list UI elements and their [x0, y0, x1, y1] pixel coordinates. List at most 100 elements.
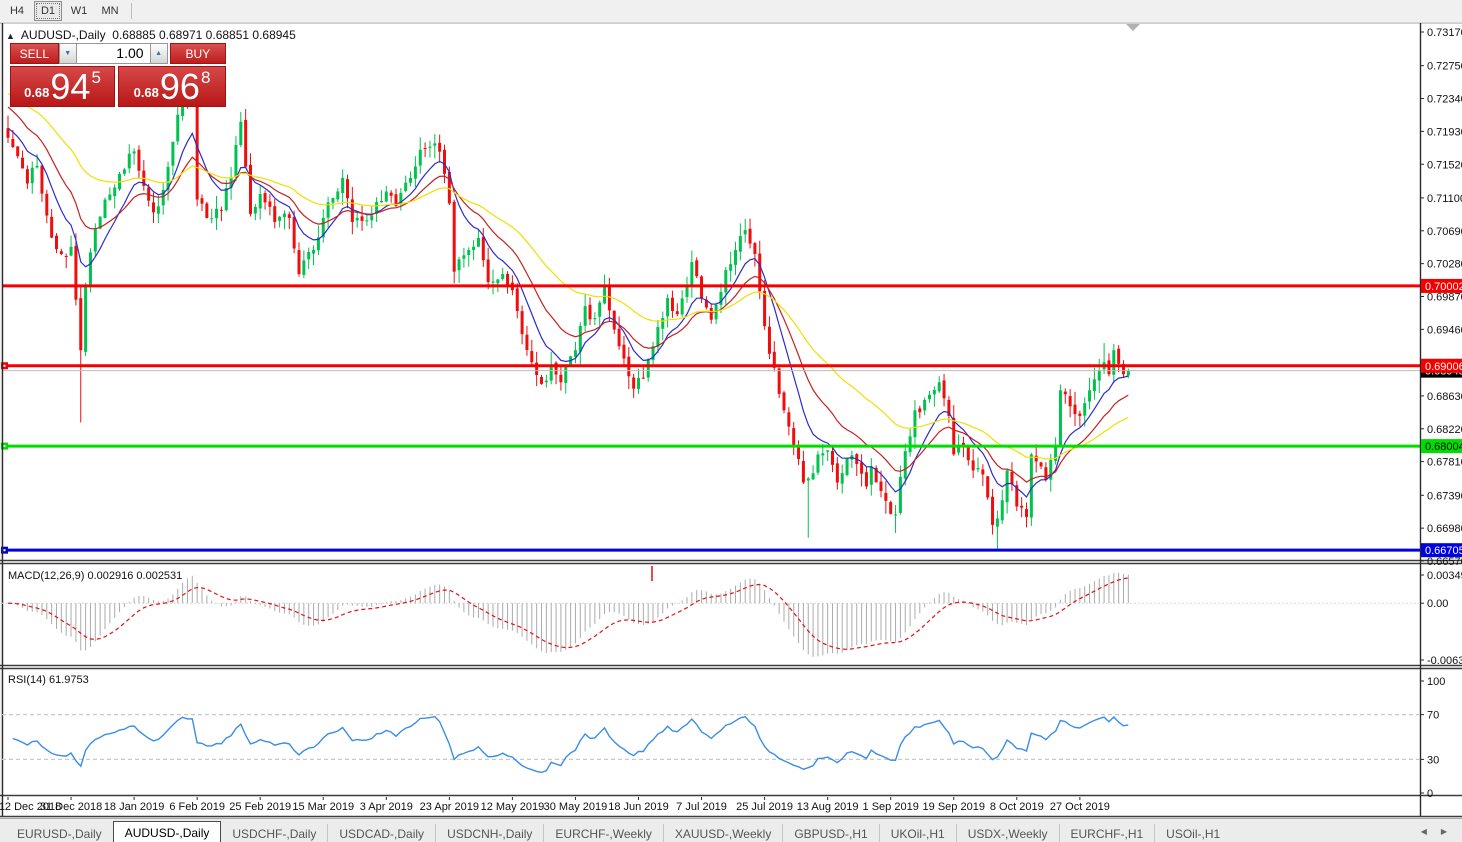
candle-body — [492, 281, 495, 282]
chart-tab-eurchf-h1[interactable]: EURCHF-,H1 — [1059, 824, 1155, 842]
candle-body — [1078, 414, 1081, 416]
candle-body — [1069, 396, 1072, 406]
date-label: 7 Jul 2019 — [676, 801, 727, 813]
toolbar-separator — [131, 3, 132, 19]
collapse-panel-icon[interactable]: ▲ — [6, 31, 15, 41]
candle-body — [943, 380, 946, 398]
buy-price-button[interactable]: 0.68968 — [118, 66, 226, 107]
candle-body — [797, 447, 800, 459]
chart-tab-ukoil-h1[interactable]: UKOil-,H1 — [879, 824, 956, 842]
candle-body — [661, 318, 664, 329]
candle-body — [249, 165, 252, 214]
candle-body — [65, 256, 68, 257]
candle-body — [419, 150, 422, 166]
candle-body — [1030, 454, 1033, 517]
candle-body — [293, 217, 296, 248]
chart-symbol-ohlc: AUDUSD-,Daily 0.68885 0.68971 0.68851 0.… — [21, 28, 296, 42]
line-price-label-text: 0.70002 — [1425, 281, 1462, 293]
candle-body — [26, 169, 29, 183]
price-tick-label: 0.72340 — [1427, 94, 1462, 106]
candle-body — [1025, 509, 1028, 517]
chart-tab-gbpusd-h1[interactable]: GBPUSD-,H1 — [782, 824, 878, 842]
sell-price-button[interactable]: 0.68945 — [10, 66, 115, 107]
candle-body — [171, 142, 174, 166]
price-tick-label: 0.71520 — [1427, 159, 1462, 171]
candle-body — [996, 519, 999, 527]
candle-body — [74, 246, 77, 300]
macd-indicator-label: MACD(12,26,9) 0.002916 0.002531 — [8, 570, 182, 582]
candle-body — [923, 400, 926, 411]
candle-body — [50, 217, 53, 238]
candle-body — [137, 150, 140, 171]
sell-button[interactable]: SELL — [10, 43, 59, 64]
candle-body — [1117, 349, 1120, 364]
buy-button[interactable]: BUY — [170, 43, 226, 64]
candle-body — [346, 179, 349, 198]
chart-tab-usdcad-daily[interactable]: USDCAD-,Daily — [327, 824, 435, 842]
timeframe-button-d1[interactable]: D1 — [34, 1, 62, 21]
macd-tick-label: 0.00 — [1427, 598, 1448, 610]
candle-body — [433, 143, 436, 145]
timeframe-button-mn[interactable]: MN — [96, 1, 124, 21]
date-label: 23 Apr 2019 — [420, 801, 479, 813]
candle-body — [967, 447, 970, 460]
candle-body — [477, 238, 480, 247]
candle-body — [938, 382, 941, 391]
candle-body — [841, 473, 844, 484]
price-tick-label: 0.71100 — [1427, 193, 1462, 205]
candle-body — [225, 188, 228, 210]
candle-body — [884, 493, 887, 501]
buy-price-prefix: 0.68 — [134, 85, 159, 100]
candle-body — [210, 218, 213, 219]
date-label: 18 Jan 2019 — [104, 801, 165, 813]
candle-body — [656, 327, 659, 347]
chart-tab-xauusd-weekly[interactable]: XAUUSD-,Weekly — [663, 824, 782, 842]
sell-price-pip: 5 — [91, 68, 100, 88]
date-label: 13 Aug 2019 — [797, 801, 859, 813]
timeframe-button-w1[interactable]: W1 — [65, 1, 93, 21]
timeframe-button-h4[interactable]: H4 — [3, 1, 31, 21]
candle-body — [802, 461, 805, 482]
candle-body — [264, 193, 267, 202]
tab-scroll-right-icon[interactable]: ▶ — [1434, 827, 1454, 836]
buy-price-pip: 8 — [201, 68, 210, 88]
price-tick-label: 0.69460 — [1427, 324, 1462, 336]
candle-body — [749, 229, 752, 244]
candle-body — [647, 359, 650, 378]
candle-body — [283, 214, 286, 218]
volume-increase-button[interactable]: ▲ — [150, 43, 168, 64]
candle-body — [724, 270, 727, 292]
candle-body — [84, 286, 87, 352]
candle-body — [94, 228, 97, 251]
timeframe-toolbar: H4D1W1MN — [0, 0, 1462, 23]
candle-body — [530, 351, 533, 362]
candle-body — [807, 478, 810, 480]
chart-tab-audusd-daily[interactable]: AUDUSD-,Daily — [113, 821, 222, 842]
price-tick-label: 0.66980 — [1427, 523, 1462, 535]
date-label: 3 Apr 2019 — [360, 801, 413, 813]
candle-body — [443, 150, 446, 174]
line-anchor-dot — [4, 445, 6, 447]
candle-body — [1107, 360, 1110, 374]
candle-body — [986, 476, 989, 497]
chart-tab-eurchf-weekly[interactable]: EURCHF-,Weekly — [543, 824, 662, 842]
line-anchor-dot — [4, 549, 6, 551]
candle-body — [899, 477, 902, 513]
chart-tab-usdchf-daily[interactable]: USDCHF-,Daily — [221, 824, 327, 842]
candle-body — [812, 473, 815, 479]
volume-input[interactable]: 1.00 — [77, 43, 150, 64]
chart-tab-usdx-weekly[interactable]: USDX-,Weekly — [956, 824, 1059, 842]
candle-body — [70, 247, 73, 256]
chart-tab-usdcnh-daily[interactable]: USDCNH-,Daily — [435, 824, 543, 842]
candle-body — [909, 436, 912, 452]
chart-tab-eurusd-daily[interactable]: EURUSD-,Daily — [6, 824, 113, 842]
tab-scroll-left-icon[interactable]: ◀ — [1414, 827, 1434, 836]
mt4-window: H4D1W1MN 0.731700.727500.723400.719300.7… — [0, 0, 1462, 842]
candle-body — [918, 408, 921, 412]
chart-tab-usoil-h1[interactable]: USOil-,H1 — [1154, 824, 1231, 842]
volume-decrease-button[interactable]: ▼ — [59, 43, 77, 64]
sell-price-big: 94 — [50, 70, 90, 104]
candle-body — [865, 472, 868, 486]
candle-body — [637, 378, 640, 389]
candle-body — [681, 298, 684, 314]
